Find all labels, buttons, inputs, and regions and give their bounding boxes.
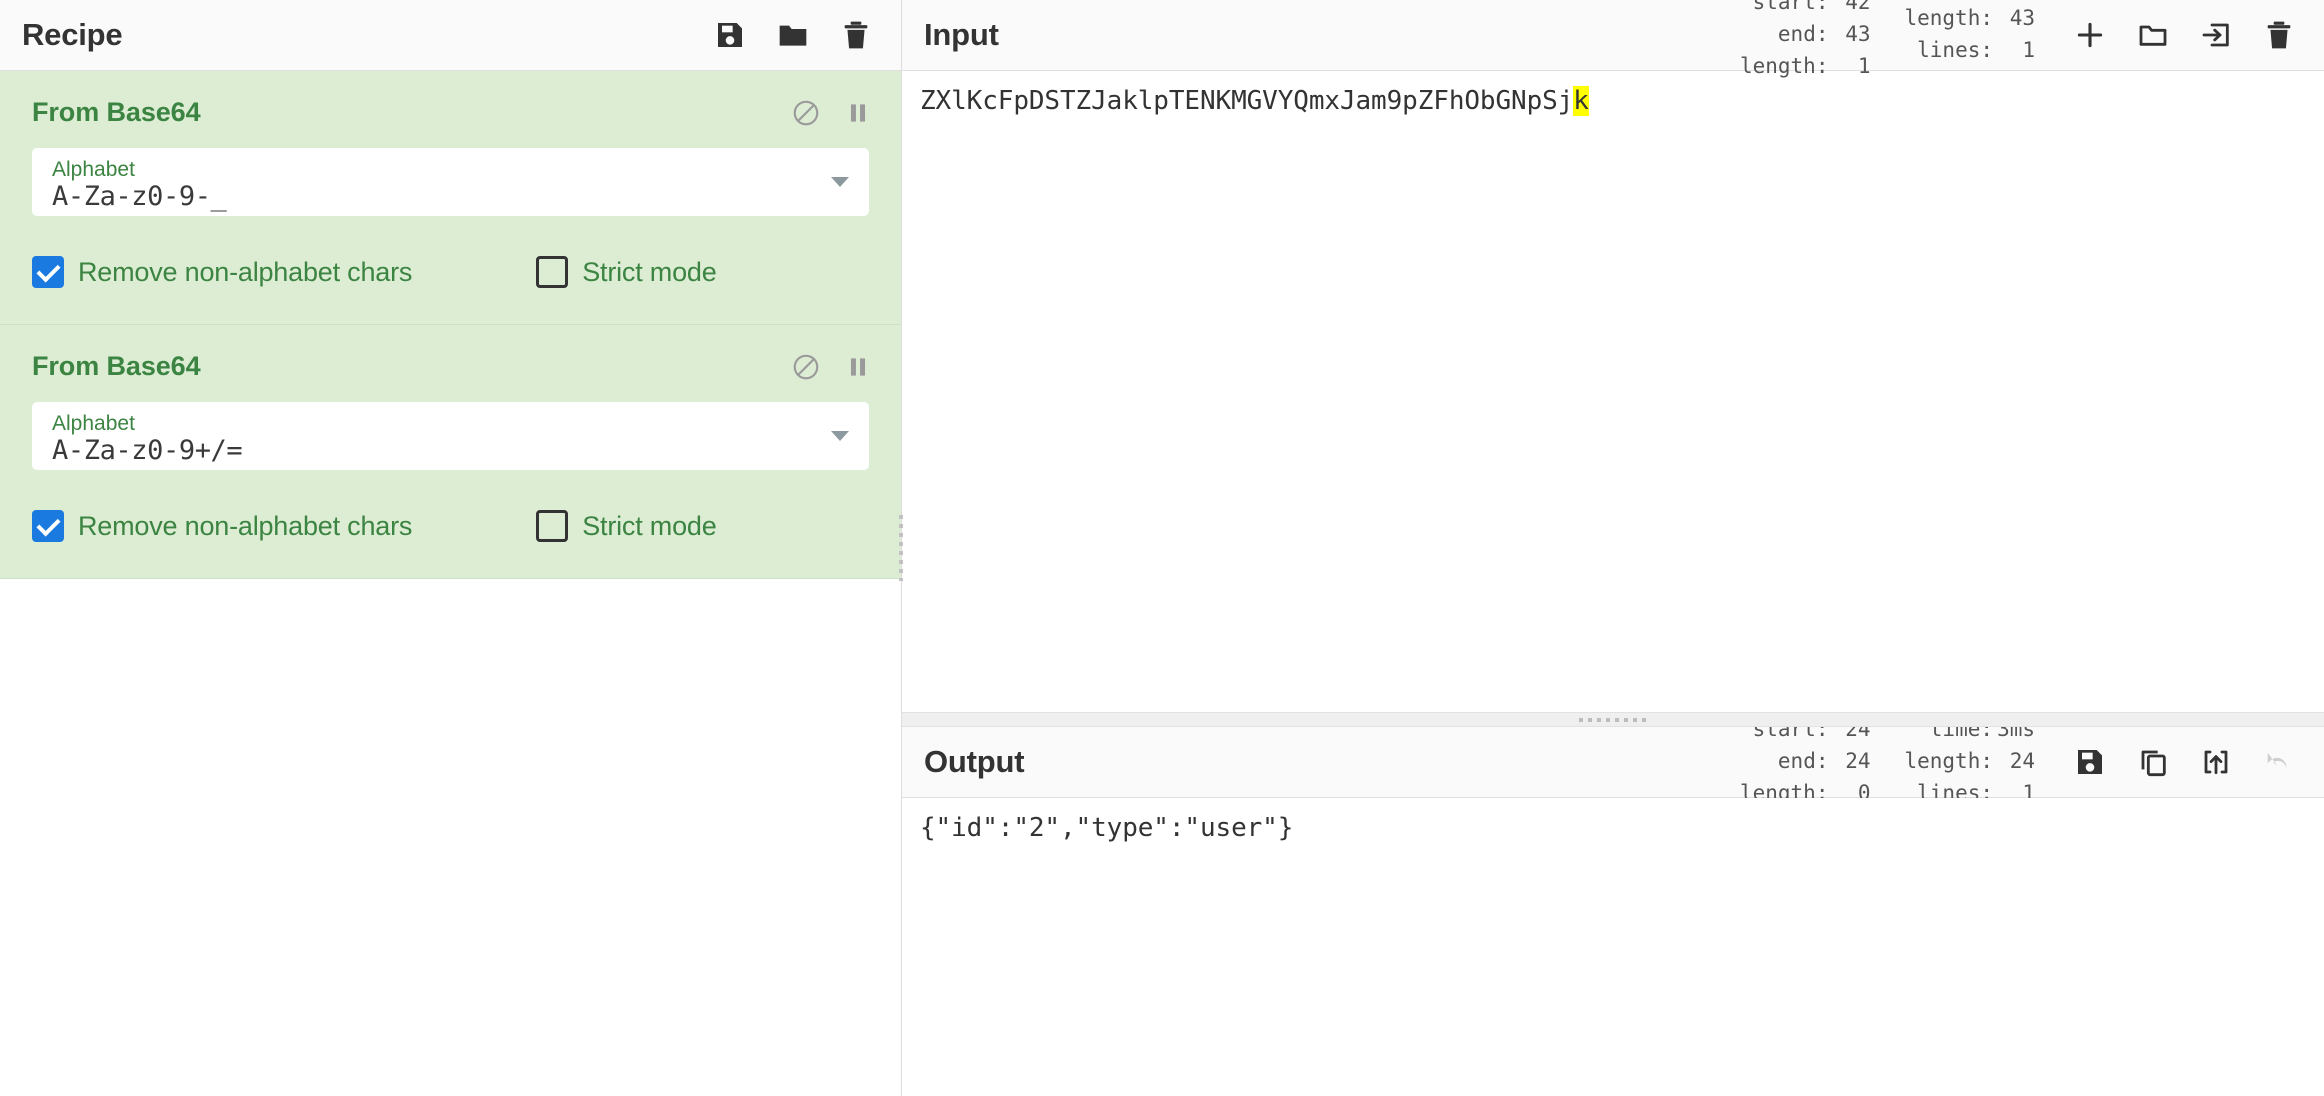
operation-name: From Base64 <box>32 351 201 381</box>
checkbox-label: Remove non-alphabet chars <box>78 510 413 541</box>
copy-output-button[interactable] <box>2136 745 2170 779</box>
load-recipe-button[interactable] <box>776 18 810 52</box>
input-output-splitter[interactable] <box>902 712 2324 727</box>
operation-header: From Base64 <box>0 71 901 136</box>
stat-start: start: 42 <box>1740 0 1871 19</box>
replace-input-with-output-button[interactable] <box>2199 745 2233 779</box>
operation-controls <box>790 97 873 128</box>
alphabet-label: Alphabet <box>52 158 135 182</box>
checkbox-label: Strict mode <box>582 510 717 541</box>
stat-value: 42 <box>1845 0 1871 15</box>
chevron-down-icon[interactable] <box>831 431 849 441</box>
splitter-grip-icon <box>1579 717 1647 722</box>
stat-length: length: 43 <box>1904 3 2035 35</box>
checkbox-box-checked[interactable] <box>32 256 64 288</box>
stat-key: lines: <box>1917 38 1993 62</box>
stat-end: end: 43 <box>1740 19 1871 51</box>
input-text-content: ZXlKcFpDSTZJaklpTENKMGVYQmxJam9pZFhObGNp… <box>920 86 1574 116</box>
stat-value: 43 <box>2009 6 2035 31</box>
splitter-grip-icon <box>899 515 903 581</box>
remove-non-alphabet-chars-checkbox[interactable]: Remove non-alphabet chars <box>32 256 412 288</box>
recipe-operation[interactable]: From Base64 <box>0 71 901 325</box>
checkbox-box-checked[interactable] <box>32 510 64 542</box>
output-header: Output start: 24 end: 24 length: 0 time:… <box>902 727 2324 805</box>
input-header: Input start: 42 end: 43 length: 1 length… <box>902 0 2324 78</box>
stat-key: time: <box>1929 727 1993 742</box>
alphabet-value: A-Za-z0-9+/= <box>52 435 243 467</box>
chevron-down-icon[interactable] <box>831 177 849 187</box>
recipe-title-bar: Recipe <box>0 0 901 71</box>
stat-value: 24 <box>1845 727 1871 742</box>
open-file-button[interactable] <box>2136 18 2170 52</box>
stat-value: 24 <box>2009 749 2035 774</box>
cyberchef-app: Recipe From Base64 Alphabet A-Za-z0-9-_ … <box>0 0 2324 1096</box>
input-document-stats: length: 43 lines: 1 <box>1904 3 2035 67</box>
stat-lines: lines: 1 <box>1904 35 2035 67</box>
stat-length: length: 24 <box>1904 746 2035 778</box>
undo-bake-button[interactable] <box>2262 745 2296 779</box>
alphabet-select[interactable]: Alphabet A-Za-z0-9+/= <box>32 402 869 470</box>
save-output-button[interactable] <box>2073 745 2107 779</box>
input-cursor-highlight: k <box>1573 86 1589 116</box>
stat-key: start: <box>1752 0 1829 15</box>
breakpoint-pause-icon[interactable] <box>842 97 873 128</box>
alphabet-value: A-Za-z0-9-_ <box>52 181 227 213</box>
output-textarea[interactable]: {"id":"2","type":"user"} <box>902 798 2324 1096</box>
operation-argument-alphabet: Alphabet A-Za-z0-9+/= <box>0 390 901 470</box>
input-textarea[interactable]: ZXlKcFpDSTZJaklpTENKMGVYQmxJam9pZFhObGNp… <box>902 71 2324 712</box>
input-title: Input <box>924 17 999 52</box>
output-title: Output <box>924 744 1025 779</box>
input-panel: Input start: 42 end: 43 length: 1 length… <box>902 0 2324 712</box>
operation-checkbox-row: Remove non-alphabet chars Strict mode <box>0 216 901 288</box>
operation-argument-alphabet: Alphabet A-Za-z0-9-_ <box>0 136 901 216</box>
recipe-pane: Recipe From Base64 Alphabet A-Za-z0-9-_ … <box>0 0 903 1096</box>
clear-input-button[interactable] <box>2262 18 2296 52</box>
open-folder-as-input-button[interactable] <box>2199 18 2233 52</box>
stat-time: time: 3ms <box>1904 727 2035 746</box>
stat-key: length: <box>1904 6 1993 31</box>
operation-controls <box>790 351 873 382</box>
recipe-io-splitter[interactable] <box>896 0 906 1096</box>
stat-value: 43 <box>1845 22 1871 47</box>
strict-mode-checkbox[interactable]: Strict mode <box>536 510 717 542</box>
remove-non-alphabet-chars-checkbox[interactable]: Remove non-alphabet chars <box>32 510 412 542</box>
operation-name: From Base64 <box>32 97 201 127</box>
stat-value: 1 <box>2022 38 2035 62</box>
stat-key: end: <box>1777 22 1829 47</box>
stat-value: 24 <box>1845 749 1871 774</box>
output-text-content: {"id":"2","type":"user"} <box>920 813 1294 843</box>
checkbox-label: Strict mode <box>582 256 717 287</box>
recipe-title: Recipe <box>22 17 123 52</box>
recipe-toolbar <box>713 18 873 52</box>
checkbox-box-unchecked[interactable] <box>536 256 569 288</box>
stat-key: end: <box>1777 749 1829 774</box>
operation-checkbox-row: Remove non-alphabet chars Strict mode <box>0 470 901 542</box>
add-input-tab-button[interactable] <box>2073 18 2107 52</box>
stat-key: start: <box>1752 727 1829 742</box>
output-toolbar <box>2073 745 2296 779</box>
disable-operation-icon[interactable] <box>790 351 821 382</box>
recipe-operation[interactable]: From Base64 <box>0 325 901 579</box>
strict-mode-checkbox[interactable]: Strict mode <box>536 256 717 288</box>
io-pane: Input start: 42 end: 43 length: 1 length… <box>902 0 2324 1096</box>
output-panel: Output start: 24 end: 24 length: 0 time:… <box>902 727 2324 1096</box>
disable-operation-icon[interactable] <box>790 97 821 128</box>
stat-value: 3ms <box>1997 727 2035 742</box>
clear-recipe-button[interactable] <box>839 18 873 52</box>
breakpoint-pause-icon[interactable] <box>842 351 873 382</box>
recipe-operations-list: From Base64 Alphabet A-Za-z0-9-_ Remove … <box>0 71 901 1096</box>
alphabet-select[interactable]: Alphabet A-Za-z0-9-_ <box>32 148 869 216</box>
input-toolbar <box>2073 18 2296 52</box>
stat-key: length: <box>1904 749 1993 774</box>
stat-end: end: 24 <box>1740 746 1871 778</box>
save-recipe-button[interactable] <box>713 18 747 52</box>
checkbox-box-unchecked[interactable] <box>536 510 569 542</box>
checkbox-label: Remove non-alphabet chars <box>78 256 413 287</box>
alphabet-label: Alphabet <box>52 412 135 436</box>
operation-header: From Base64 <box>0 325 901 390</box>
stat-start: start: 24 <box>1740 727 1871 746</box>
